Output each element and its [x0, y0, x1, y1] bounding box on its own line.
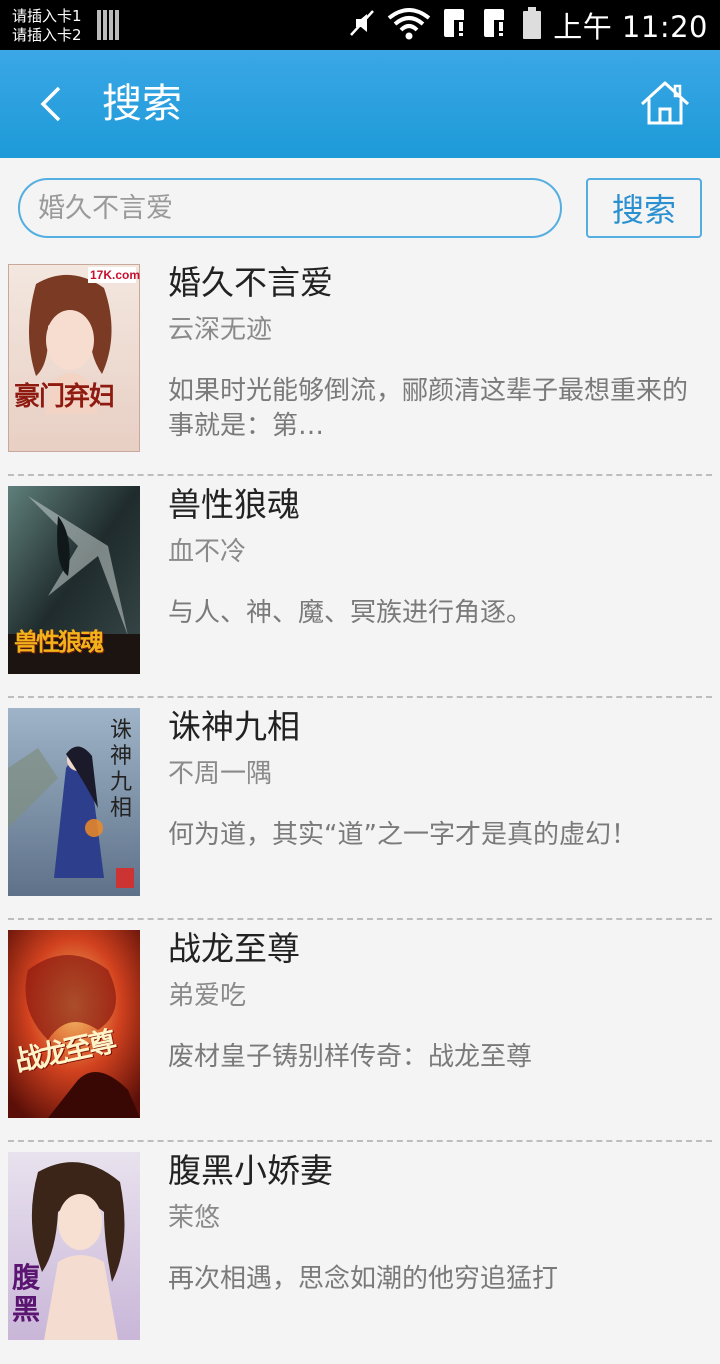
book-title: 婚久不言爱	[168, 263, 333, 302]
book-list: 17K.com 豪门弃妇 婚久不言爱 云深无迹 如果时光能够倒流，郦颜清这辈子最…	[0, 254, 720, 1364]
back-button[interactable]	[26, 78, 78, 130]
book-description: 废材皇子铸别样传奇：战龙至尊	[168, 1042, 533, 1072]
book-title: 诛神九相	[168, 707, 300, 746]
book-cover-title: 兽性狼魂	[14, 627, 104, 656]
book-cover: 腹黑	[8, 1152, 140, 1340]
status-bar: 请插入卡1 请插入卡2 上午 11:20	[0, 0, 720, 50]
sim1-alert-icon	[441, 6, 471, 44]
book-item[interactable]: 17K.com 豪门弃妇 婚久不言爱 云深无迹 如果时光能够倒流，郦颜清这辈子最…	[0, 254, 720, 476]
book-author: 血不冷	[168, 537, 247, 567]
book-title: 兽性狼魂	[168, 485, 300, 524]
search-row: 搜索	[0, 158, 720, 254]
book-item[interactable]: 兽性狼魂 兽性狼魂 血不冷 与人、神、魔、冥族进行角逐。	[0, 476, 720, 698]
book-author: 云深无迹	[168, 315, 273, 345]
app-bar: 搜索	[0, 50, 720, 158]
battery-icon	[521, 6, 543, 44]
book-author: 不周一隅	[168, 759, 273, 789]
book-description: 与人、神、魔、冥族进行角逐。	[168, 598, 533, 628]
sim-labels: 请插入卡1 请插入卡2	[12, 7, 82, 45]
book-item[interactable]: 腹黑 腹黑小娇妻 茉悠 再次相遇，思念如潮的他穷追猛打	[0, 1142, 720, 1364]
book-description: 如果时光能够倒流，郦颜清这辈子最想重来的事就是：第…	[168, 376, 689, 441]
book-cover-title: 诛神九相	[110, 718, 133, 821]
status-icons: 上午 11:20	[347, 0, 708, 50]
home-button[interactable]	[636, 76, 694, 130]
sim2-label: 请插入卡2	[12, 26, 82, 44]
sim2-alert-icon	[481, 6, 511, 44]
chevron-left-icon	[40, 86, 61, 122]
page-title: 搜索	[102, 81, 182, 127]
book-cover: 战龙至尊	[8, 930, 140, 1118]
book-item[interactable]: 诛神九相 诛神九相 不周一隅 何为道，其实“道”之一字才是真的虚幻！	[0, 698, 720, 920]
book-cover: 兽性狼魂	[8, 486, 140, 674]
search-button[interactable]: 搜索	[586, 178, 702, 238]
book-author: 弟爱吃	[168, 981, 247, 1011]
mute-icon	[347, 8, 377, 42]
book-cover-title: 腹黑	[12, 1261, 41, 1326]
book-author: 茉悠	[168, 1203, 221, 1233]
wifi-icon	[387, 6, 431, 44]
svg-text:17K.com: 17K.com	[90, 268, 140, 282]
book-item[interactable]: 战龙至尊 战龙至尊 弟爱吃 废材皇子铸别样传奇：战龙至尊	[0, 920, 720, 1142]
book-title: 腹黑小娇妻	[168, 1151, 333, 1190]
book-title: 战龙至尊	[168, 929, 300, 968]
signal-strength-icon	[97, 10, 121, 40]
status-time: 上午 11:20	[553, 10, 708, 44]
book-cover: 诛神九相	[8, 708, 140, 896]
book-cover: 17K.com 豪门弃妇	[8, 264, 140, 452]
search-input[interactable]	[18, 178, 562, 238]
home-icon	[640, 81, 690, 125]
sim1-label: 请插入卡1	[12, 7, 82, 25]
book-description: 何为道，其实“道”之一字才是真的虚幻！	[168, 820, 637, 850]
book-cover-title: 豪门弃妇	[14, 382, 115, 412]
